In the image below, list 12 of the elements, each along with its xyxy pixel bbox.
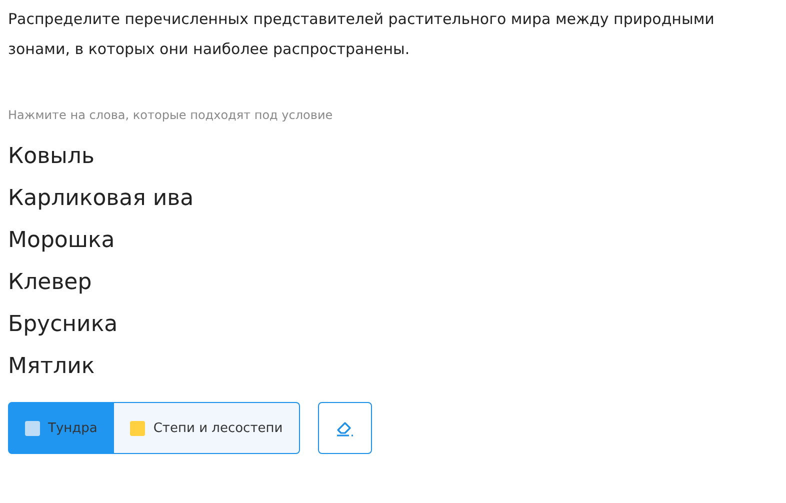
category-button[interactable]: Степи и лесостепи	[114, 402, 300, 454]
task-text: Распределите перечисленных представителей растительного мира между природными зонами, в которых они наиболее распространены.	[8, 9, 716, 60]
word-option[interactable]: Брусника	[8, 304, 118, 346]
hint-text: Нажмите на слова, которые подходят под условие	[8, 108, 334, 122]
word-option[interactable]: Клевер	[8, 262, 92, 304]
word-option[interactable]: Карликовая ива	[8, 178, 194, 220]
word-option[interactable]: Ковыль	[8, 136, 94, 178]
eraser-button[interactable]	[318, 402, 372, 454]
category-button[interactable]: Тундра	[8, 402, 114, 454]
word-option[interactable]: Морошка	[8, 220, 115, 262]
eraser-icon	[334, 419, 355, 437]
word-option[interactable]: Мятлик	[8, 346, 95, 388]
